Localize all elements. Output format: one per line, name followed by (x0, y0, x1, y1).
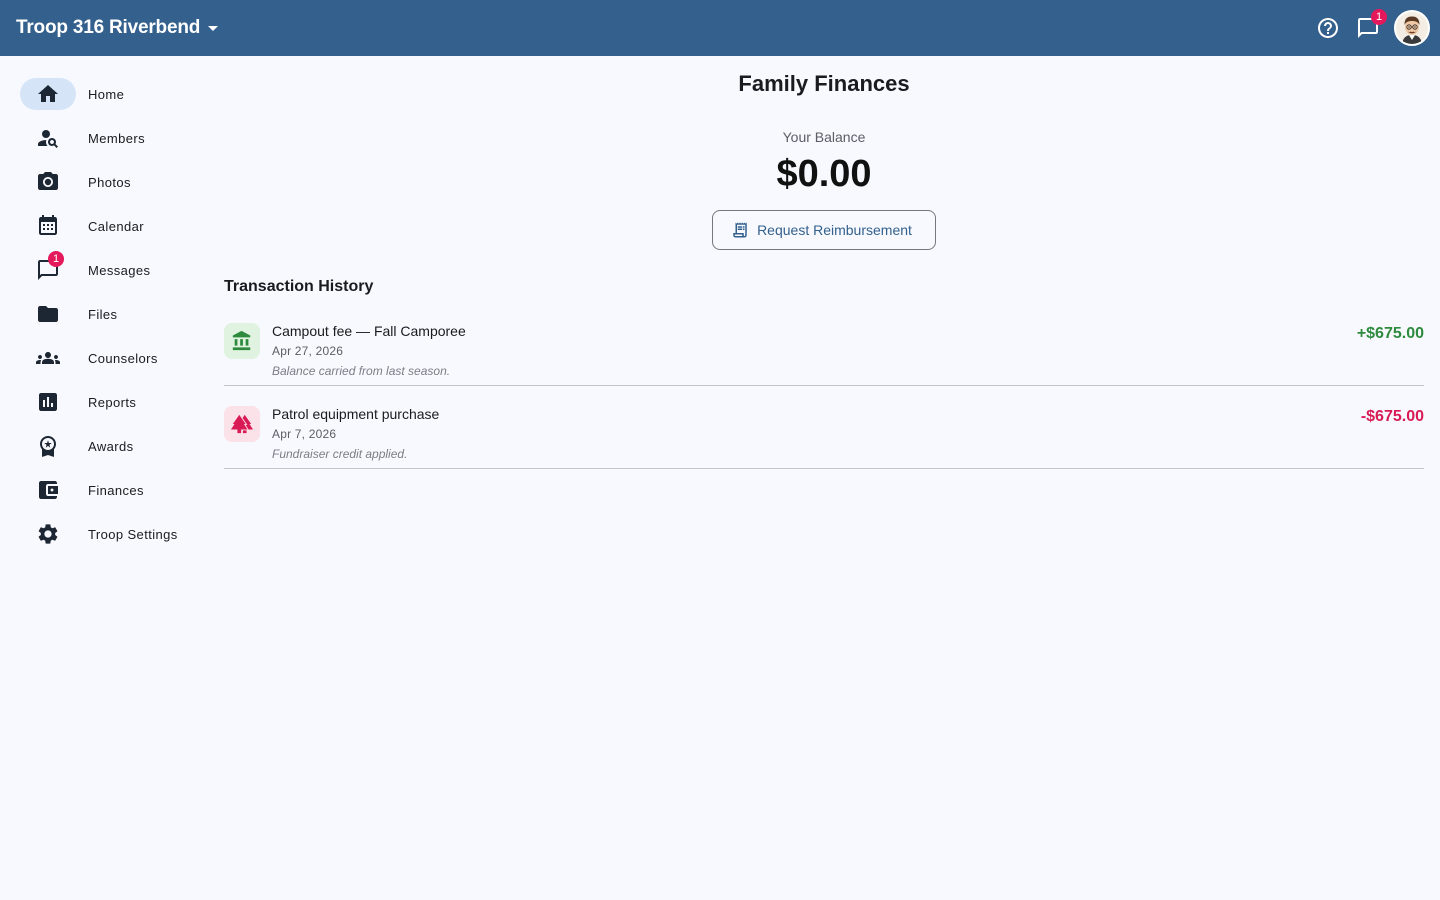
award-icon (20, 430, 76, 462)
receipt-icon (733, 222, 747, 238)
bar-chart-icon (20, 386, 76, 418)
trees-icon (224, 406, 260, 442)
app-header: Troop 316 Riverbend 1 (0, 0, 1440, 56)
calendar-icon (20, 210, 76, 242)
button-wrap: Request Reimbursement (224, 210, 1424, 250)
transaction-title: Patrol equipment purchase (272, 406, 440, 422)
transaction-details: Campout fee — Fall Camporee Apr 27, 2026… (272, 323, 466, 378)
groups-icon (20, 342, 76, 374)
help-button[interactable] (1308, 8, 1348, 48)
sidebar-nav: Home Members Photos Calendar 1 Messages … (20, 78, 210, 562)
transaction-note: Fundraiser credit applied. (272, 447, 408, 461)
request-reimbursement-label: Request Reimbursement (757, 222, 912, 238)
transaction-row[interactable]: Patrol equipment purchase Apr 7, 2026 Fu… (224, 398, 1424, 469)
sidebar-item-troop-settings[interactable]: Troop Settings (20, 518, 210, 550)
sidebar-item-members[interactable]: Members (20, 122, 210, 154)
gear-icon (20, 518, 76, 550)
sidebar-item-label: Files (88, 306, 118, 322)
wallet-icon (20, 474, 76, 506)
sidebar-item-label: Finances (88, 482, 144, 498)
request-reimbursement-button[interactable]: Request Reimbursement (712, 210, 936, 250)
help-icon (1318, 18, 1338, 38)
balance-label: Your Balance (782, 129, 866, 145)
home-icon (20, 78, 76, 110)
transaction-history-title: Transaction History (224, 278, 374, 295)
sidebar-item-counselors[interactable]: Counselors (20, 342, 210, 374)
page-title: Family Finances (738, 71, 910, 96)
transaction-date: Apr 27, 2026 (272, 344, 344, 358)
messages-nav-badge: 1 (48, 251, 64, 267)
sidebar-item-label: Home (88, 86, 125, 102)
sidebar-item-reports[interactable]: Reports (20, 386, 210, 418)
transaction-row[interactable]: Campout fee — Fall Camporee Apr 27, 2026… (224, 315, 1424, 386)
sidebar-item-label: Troop Settings (88, 526, 178, 542)
folder-icon (20, 298, 76, 330)
chevron-down-icon (208, 25, 219, 31)
messages-button[interactable]: 1 (1348, 8, 1388, 48)
sidebar-item-home[interactable]: Home (20, 78, 210, 110)
sidebar-item-label: Messages (88, 262, 151, 278)
sidebar-item-label: Reports (88, 394, 137, 410)
finances-page: Family Finances Your Balance $0.00 Reque… (224, 56, 1424, 481)
sidebar-item-awards[interactable]: Awards (20, 430, 210, 462)
transaction-list: Campout fee — Fall Camporee Apr 27, 2026… (224, 315, 1424, 469)
troop-name: Troop 316 Riverbend (16, 17, 201, 38)
header-actions: 1 (1308, 0, 1432, 56)
sidebar-item-calendar[interactable]: Calendar (20, 210, 210, 242)
camera-icon (20, 166, 76, 198)
sidebar-item-label: Photos (88, 174, 131, 190)
chat-icon: 1 (20, 251, 76, 286)
sidebar-item-label: Awards (88, 438, 134, 454)
sidebar-item-label: Counselors (88, 350, 158, 366)
sidebar-item-label: Members (88, 130, 145, 146)
person-search-icon (20, 122, 76, 154)
transaction-date: Apr 7, 2026 (272, 427, 337, 441)
messages-badge: 1 (1371, 9, 1387, 25)
sidebar-item-messages[interactable]: 1 Messages (20, 251, 210, 286)
sidebar-item-files[interactable]: Files (20, 298, 210, 330)
transaction-amount: +$675.00 (1356, 325, 1424, 342)
bank-icon (224, 323, 260, 359)
transaction-title: Campout fee — Fall Camporee (272, 323, 466, 339)
transaction-details: Patrol equipment purchase Apr 7, 2026 Fu… (272, 406, 440, 461)
sidebar-item-photos[interactable]: Photos (20, 166, 210, 198)
avatar[interactable] (1394, 10, 1430, 46)
transaction-amount: -$675.00 (1360, 408, 1424, 425)
sidebar-item-finances[interactable]: Finances (20, 474, 210, 506)
user-avatar-icon (1396, 12, 1428, 44)
transaction-note: Balance carried from last season. (272, 364, 451, 378)
troop-switcher[interactable]: Troop 316 Riverbend (16, 17, 219, 39)
sidebar-item-label: Calendar (88, 218, 144, 234)
balance-value: $0.00 (776, 153, 872, 195)
